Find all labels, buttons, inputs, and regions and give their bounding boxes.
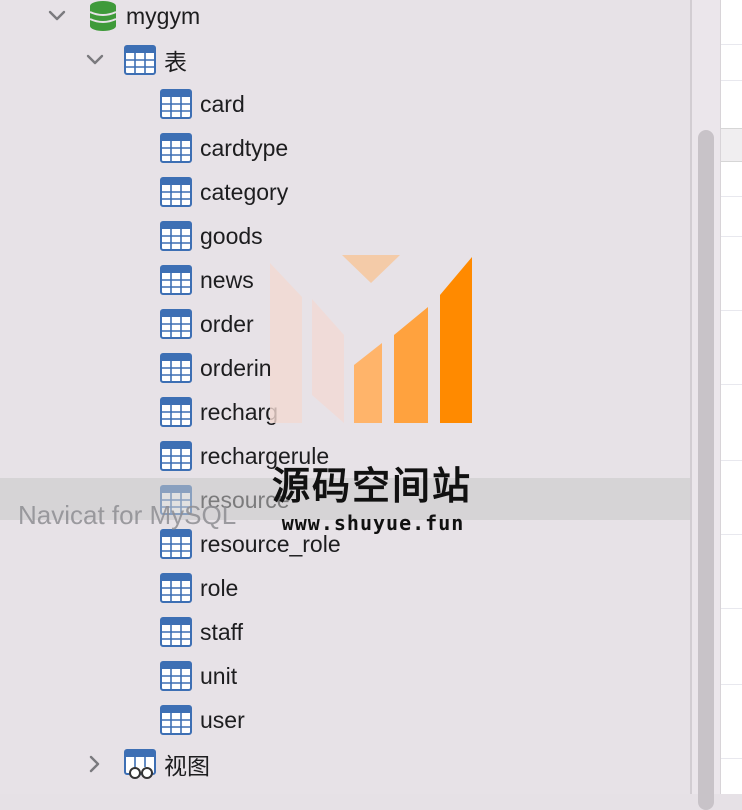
- table-icon: [160, 573, 192, 603]
- table-item[interactable]: order: [160, 302, 254, 346]
- tree-row-tables-folder[interactable]: 表: [84, 38, 187, 82]
- chevron-down-icon[interactable]: [84, 49, 106, 71]
- database-name: mygym: [126, 2, 201, 29]
- table-icon: [160, 705, 192, 735]
- table-icon: [160, 309, 192, 339]
- content-row-divider: [721, 608, 742, 609]
- table-item[interactable]: category: [160, 170, 288, 214]
- table-name: unit: [200, 662, 238, 689]
- table-item[interactable]: goods: [160, 214, 263, 258]
- content-row-divider: [721, 236, 742, 237]
- table-name: cardtype: [200, 134, 289, 161]
- table-icon: [160, 221, 192, 251]
- content-header-edge: [721, 128, 742, 162]
- table-name: recharg: [200, 398, 278, 425]
- view-folder-icon: [124, 749, 156, 779]
- database-icon: [88, 0, 118, 32]
- tree-row-database[interactable]: mygym: [46, 0, 200, 38]
- table-icon: [160, 529, 192, 559]
- table-icon: [160, 265, 192, 295]
- content-row-divider: [721, 460, 742, 461]
- table-folder-icon: [124, 45, 156, 75]
- table-name: category: [200, 178, 289, 205]
- chevron-down-icon[interactable]: [46, 5, 68, 27]
- content-row-divider: [721, 384, 742, 385]
- table-icon: [160, 397, 192, 427]
- content-row-divider: [721, 684, 742, 685]
- content-row-divider: [721, 44, 742, 45]
- views-folder-label: 视图: [164, 753, 210, 779]
- watermark-url: www.shuyue.fun: [281, 511, 465, 535]
- content-row-divider: [721, 80, 742, 81]
- table-name: orderin: [200, 354, 272, 381]
- table-icon: [160, 617, 192, 647]
- table-name: order: [200, 310, 254, 337]
- table-name: role: [200, 574, 239, 601]
- table-icon: [160, 133, 192, 163]
- table-icon: [160, 89, 192, 119]
- table-item[interactable]: role: [160, 566, 238, 610]
- app-name-tooltip: Navicat for MySQL: [18, 500, 237, 530]
- table-item[interactable]: orderin: [160, 346, 272, 390]
- table-item[interactable]: recharg: [160, 390, 278, 434]
- table-item[interactable]: news: [160, 258, 254, 302]
- tree-row-views-folder[interactable]: 视图: [84, 742, 210, 786]
- table-name: goods: [200, 222, 263, 249]
- content-pane-edge: [720, 0, 742, 794]
- table-name: user: [200, 706, 245, 733]
- content-row-divider: [721, 196, 742, 197]
- table-item[interactable]: unit: [160, 654, 237, 698]
- navigator-sidebar: mygym 表 card cardtype category goods news ord…: [0, 0, 690, 794]
- chevron-right-icon[interactable]: [84, 753, 106, 775]
- table-name: staff: [200, 618, 244, 645]
- table-icon: [160, 353, 192, 383]
- watermark-title: 源码空间站: [271, 464, 472, 508]
- table-icon: [160, 177, 192, 207]
- content-row-divider: [721, 758, 742, 759]
- content-row-divider: [721, 310, 742, 311]
- table-item[interactable]: staff: [160, 610, 243, 654]
- table-icon: [160, 661, 192, 691]
- table-icon: [160, 441, 192, 471]
- table-name: news: [200, 266, 254, 293]
- table-item[interactable]: user: [160, 698, 245, 742]
- table-item[interactable]: card: [160, 82, 245, 126]
- tables-folder-label: 表: [164, 49, 187, 75]
- scrollbar-thumb[interactable]: [698, 130, 714, 810]
- table-item[interactable]: cardtype: [160, 126, 288, 170]
- content-row-divider: [721, 534, 742, 535]
- table-name: card: [200, 90, 245, 117]
